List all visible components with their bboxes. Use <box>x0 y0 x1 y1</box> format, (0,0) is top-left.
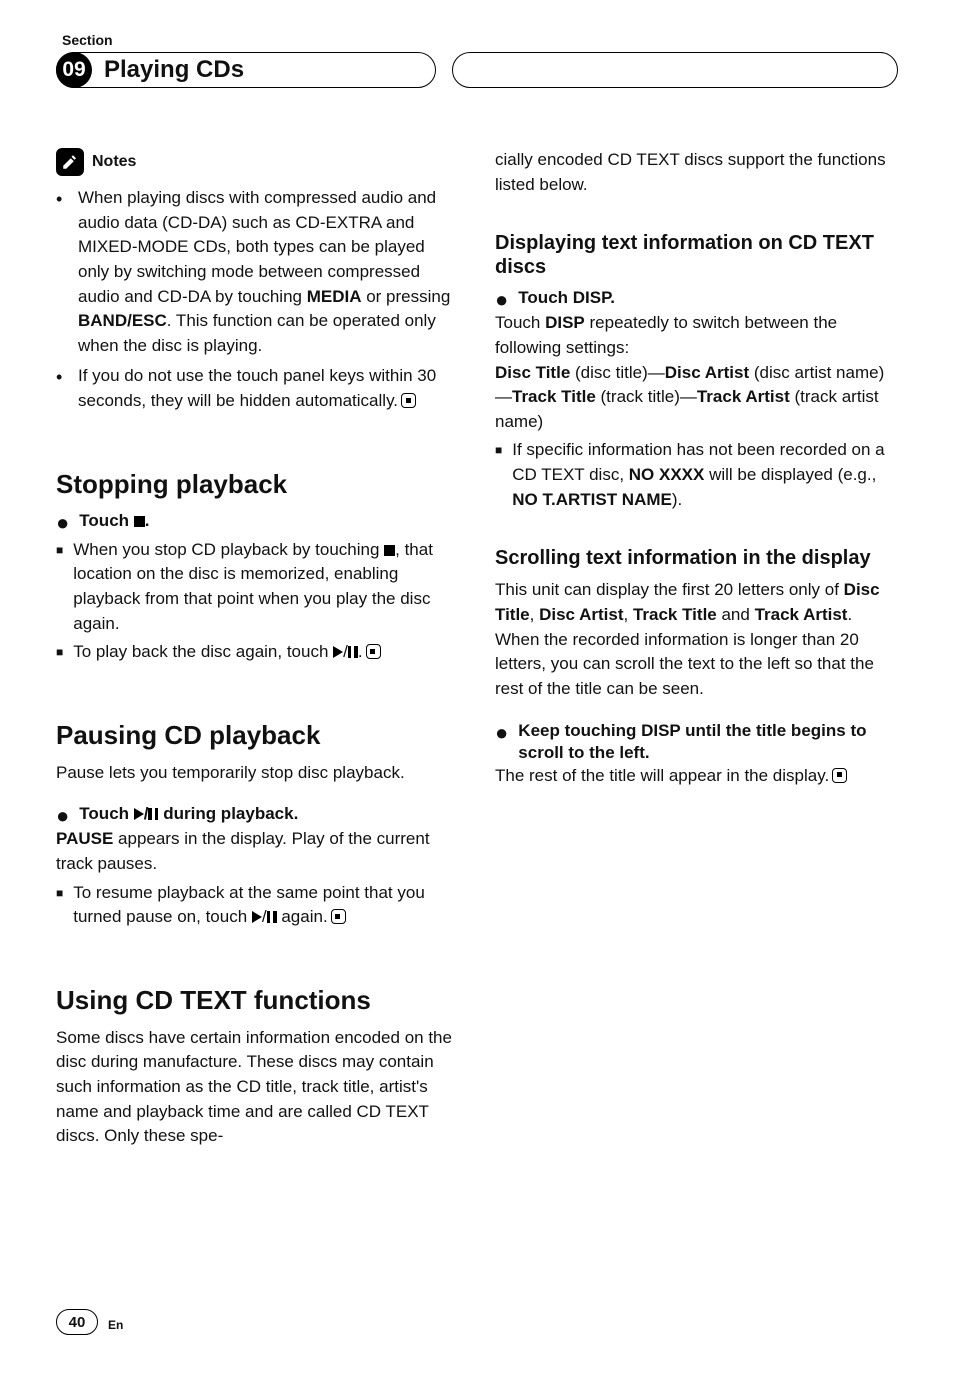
notes-item-text: If you do not use the touch panel keys w… <box>78 366 436 410</box>
square-bullet-icon: ■ <box>495 444 502 456</box>
page-root: Section 09 Playing CDs Notes <box>0 0 954 1391</box>
right-column: cially encoded CD TEXT discs support the… <box>495 148 898 1149</box>
square-bullet-icon: ■ <box>56 544 63 556</box>
heading-scrolling-text: Scrolling text information in the displa… <box>495 546 898 570</box>
step-text: Touch . <box>79 510 149 532</box>
cdtext-intro-left: Some discs have certain information enco… <box>56 1026 459 1149</box>
heading-displaying-text: Displaying text information on CD TEXT d… <box>495 231 898 279</box>
content-columns: Notes When playing discs with compressed… <box>56 148 898 1149</box>
step-bullet-icon: ● <box>495 722 508 744</box>
cdtext-intro-right: cially encoded CD TEXT discs support the… <box>495 148 898 197</box>
notes-icon <box>56 148 84 176</box>
chapter-title: Playing CDs <box>92 56 244 84</box>
notes-item: When playing discs with compressed audio… <box>78 186 459 358</box>
square-bullet-text: When you stop CD playback by touching , … <box>73 538 459 637</box>
chapter-title-pill: 09 Playing CDs <box>56 52 436 88</box>
square-bullet-icon: ■ <box>56 646 63 658</box>
square-bullet-text: To resume playback at the same point tha… <box>73 881 459 930</box>
square-bullet-item: ■ To play back the disc again, touch /. <box>56 640 459 665</box>
square-bullet-icon: ■ <box>56 887 63 899</box>
page-footer: 40 En <box>56 1309 898 1335</box>
notes-item: If you do not use the touch panel keys w… <box>78 364 459 413</box>
displaying-body: Touch DISP repeatedly to switch between … <box>495 311 898 360</box>
step-item: ● Touch DISP. <box>495 287 898 311</box>
section-number-badge: 09 <box>56 52 92 88</box>
heading-cd-text: Using CD TEXT functions <box>56 986 459 1016</box>
stop-icon <box>134 516 145 527</box>
section-label: Section <box>56 32 898 48</box>
scrolling-intro: This unit can display the first 20 lette… <box>495 578 898 701</box>
notes-item-text: When playing discs with compressed audio… <box>78 188 450 355</box>
step-bullet-icon: ● <box>56 805 69 827</box>
section-end-icon <box>401 393 416 408</box>
chapter-header-row: 09 Playing CDs <box>56 52 898 88</box>
step-bullet-icon: ● <box>495 289 508 311</box>
square-bullet-item: ■ When you stop CD playback by touching … <box>56 538 459 637</box>
pause-icon <box>348 646 358 658</box>
notes-list: When playing discs with compressed audio… <box>56 186 459 414</box>
pausing-body: PAUSE appears in the display. Play of th… <box>56 827 459 876</box>
heading-pausing-playback: Pausing CD playback <box>56 721 459 751</box>
notes-header: Notes <box>56 148 459 176</box>
square-bullet-item: ■ To resume playback at the same point t… <box>56 881 459 930</box>
play-icon <box>252 911 262 923</box>
play-icon <box>134 808 144 820</box>
notes-heading: Notes <box>92 153 136 171</box>
chapter-pill-empty <box>452 52 898 88</box>
scrolling-body: The rest of the title will appear in the… <box>495 764 898 789</box>
pausing-intro: Pause lets you temporarily stop disc pla… <box>56 761 459 786</box>
section-end-icon <box>331 909 346 924</box>
step-item: ● Keep touching DISP until the title beg… <box>495 720 898 764</box>
step-text: Touch DISP. <box>518 287 615 309</box>
language-code: En <box>108 1312 123 1332</box>
section-end-icon <box>366 644 381 659</box>
step-bullet-icon: ● <box>56 512 69 534</box>
left-column: Notes When playing discs with compressed… <box>56 148 459 1149</box>
pencil-icon <box>61 153 79 171</box>
page-number: 40 <box>56 1309 98 1335</box>
stop-icon <box>384 545 395 556</box>
step-item: ● Touch / during playback. <box>56 803 459 827</box>
square-bullet-text: To play back the disc again, touch /. <box>73 640 380 665</box>
square-bullet-text: If specific information has not been rec… <box>512 438 898 512</box>
heading-stopping-playback: Stopping playback <box>56 470 459 500</box>
pause-icon <box>148 808 158 820</box>
step-text: Keep touching DISP until the title begin… <box>518 720 898 764</box>
square-bullet-item: ■ If specific information has not been r… <box>495 438 898 512</box>
step-item: ● Touch . <box>56 510 459 534</box>
step-text: Touch / during playback. <box>79 803 298 825</box>
pause-icon <box>267 911 277 923</box>
play-icon <box>333 646 343 658</box>
section-end-icon <box>832 768 847 783</box>
displaying-settings: Disc Title (disc title)—Disc Artist (dis… <box>495 361 898 435</box>
